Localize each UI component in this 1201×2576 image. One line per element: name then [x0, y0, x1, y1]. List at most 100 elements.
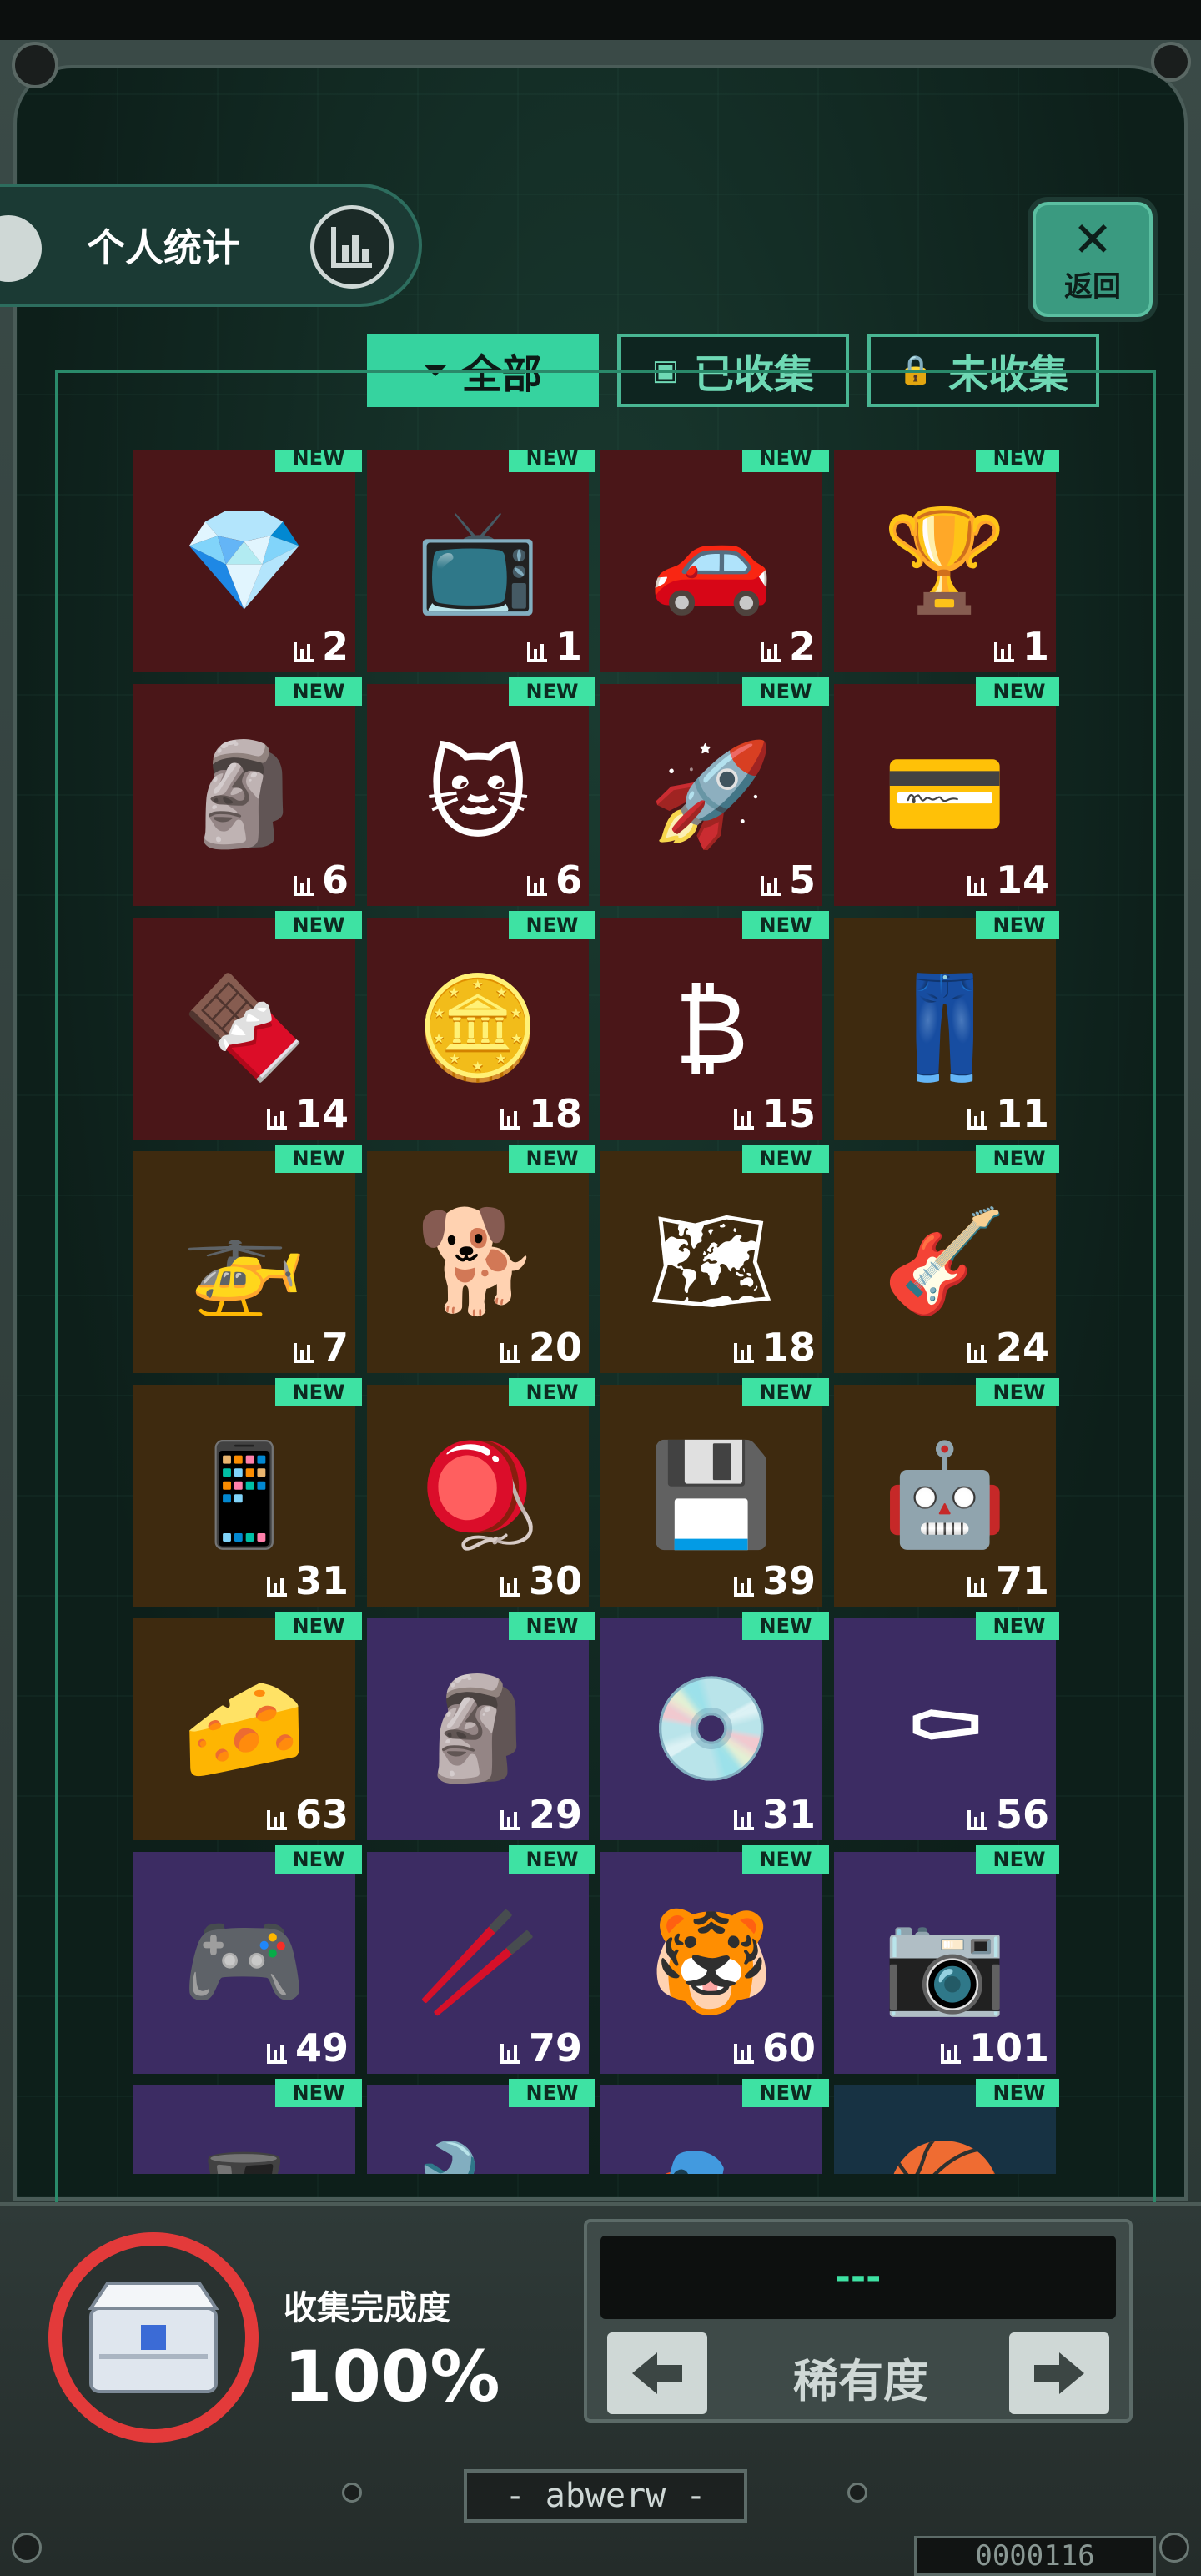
next-arrow-button[interactable]	[1009, 2332, 1109, 2414]
new-badge: NEW	[976, 450, 1059, 472]
item-count-value: 39	[761, 1558, 816, 1603]
collection-item-item-31[interactable]: 🎭NEW	[600, 2079, 829, 2174]
item-count-value: 6	[555, 858, 582, 903]
item-count-value: 71	[995, 1558, 1049, 1603]
collection-item-spinning-top[interactable]: 🪀 NEW 30	[367, 1378, 595, 1607]
stats-icon	[733, 1577, 754, 1597]
item-count: 79	[500, 2025, 582, 2070]
stats-icon	[500, 1343, 520, 1363]
new-badge: NEW	[275, 1145, 362, 1173]
collection-item-camera[interactable]: 📷 NEW 101	[834, 1845, 1059, 2074]
stats-icon	[293, 642, 314, 662]
item-count-value: 60	[761, 2025, 816, 2070]
collection-item-robot-head[interactable]: 🤖 NEW 71	[834, 1378, 1059, 1607]
item-count: 63	[266, 1792, 349, 1837]
item-count: 29	[500, 1792, 582, 1837]
item-count-value: 7	[321, 1325, 349, 1370]
collection-item-overalls[interactable]: 👖 NEW 11	[834, 911, 1059, 1140]
item-count: 30	[500, 1558, 582, 1603]
stats-icon	[500, 2044, 520, 2064]
personal-stats-header[interactable]: 个人统计	[0, 184, 422, 307]
collection-item-penguin-coin[interactable]: 🪙 NEW 18	[367, 911, 595, 1140]
new-badge: NEW	[275, 1612, 362, 1640]
collection-item-chocolate-bar[interactable]: 🍫 NEW 14	[133, 911, 362, 1140]
new-badge: NEW	[742, 1845, 829, 1874]
item-count-value: 49	[294, 2025, 349, 2070]
screw	[1159, 2533, 1189, 2563]
close-icon: ✕	[1072, 210, 1113, 268]
sort-display: ---	[600, 2236, 1116, 2319]
collection-item-retro-tv[interactable]: 📺 NEW 1	[367, 450, 595, 672]
serial-counter: 0000116	[914, 2536, 1156, 2576]
collection-item-cheese[interactable]: 🧀 NEW 63	[133, 1612, 362, 1840]
item-count-value: 6	[321, 858, 349, 903]
bar-chart-icon[interactable]	[310, 205, 394, 289]
knob-icon	[0, 215, 42, 282]
collection-item-metro-card[interactable]: 💳 NEW 14	[834, 677, 1059, 906]
item-count: 60	[733, 2025, 816, 2070]
stats-icon	[760, 642, 781, 662]
new-badge: NEW	[275, 1378, 362, 1406]
collection-grid: 💎 NEW 2 📺 NEW 1 🚗 NEW 2 🏆 NEW 1 🗿 NEW 6 🐱 NEW 6 🚀 NEW 5 💳 NEW 1…	[133, 450, 1059, 2174]
collection-item-sports-car[interactable]: 🚗 NEW 2	[600, 450, 829, 672]
collection-item-guitar[interactable]: 🎸 NEW 24	[834, 1145, 1059, 1373]
item-count: 5	[760, 858, 816, 903]
sort-label: 稀有度	[793, 2355, 928, 2407]
collection-item-map[interactable]: 🗺 NEW 18	[600, 1145, 829, 1373]
item-count: 6	[526, 858, 582, 903]
collection-item-tiger-scroll[interactable]: 🐯 NEW 60	[600, 1845, 829, 2074]
new-badge: NEW	[509, 450, 595, 472]
collection-item-staff[interactable]: 🥢 NEW 79	[367, 1845, 595, 2074]
collection-grid-scroll[interactable]: 💎 NEW 2 📺 NEW 1 🚗 NEW 2 🏆 NEW 1 🗿 NEW 6 🐱 NEW 6 🚀 NEW 5 💳 NEW 1…	[133, 450, 1059, 2174]
item-count-value: 31	[761, 1792, 816, 1837]
item-count-value: 14	[294, 1091, 349, 1136]
top-left-screw	[12, 42, 58, 88]
item-count: 39	[733, 1558, 816, 1603]
stats-icon	[967, 1810, 987, 1830]
new-badge: NEW	[742, 677, 829, 706]
prev-arrow-button[interactable]	[607, 2332, 707, 2414]
collection-item-basketball[interactable]: 🏀NEW	[834, 2079, 1059, 2174]
page-title: 个人统计	[87, 225, 240, 270]
stats-icon	[733, 2044, 754, 2064]
item-count: 14	[266, 1091, 349, 1136]
stats-icon	[733, 1810, 754, 1830]
stats-icon	[500, 1577, 520, 1597]
new-badge: NEW	[742, 911, 829, 939]
collection-item-statue[interactable]: 🗿 NEW 6	[133, 677, 362, 906]
collection-item-hard-drive[interactable]: 💿 NEW 31	[600, 1612, 829, 1840]
stats-icon	[500, 1810, 520, 1830]
collection-item-pallbearers[interactable]: ⚰ NEW 56	[834, 1612, 1059, 1840]
item-count-value: 30	[528, 1558, 582, 1603]
item-count-value: 79	[528, 2025, 582, 2070]
collection-item-item-29[interactable]: 🎩NEW	[133, 2079, 362, 2174]
collection-item-item-30[interactable]: 🔧NEW	[367, 2079, 595, 2174]
item-count-value: 1	[555, 624, 582, 669]
new-badge: NEW	[976, 1378, 1059, 1406]
collection-item-terracotta-warrior[interactable]: 🗿 NEW 29	[367, 1612, 595, 1840]
collection-item-goblet[interactable]: 🏆 NEW 1	[834, 450, 1059, 672]
item-count: 2	[760, 624, 816, 669]
back-button[interactable]: ✕ 返回	[1028, 197, 1158, 322]
stats-icon	[967, 1109, 987, 1130]
collection-item-crystal[interactable]: 💎 NEW 2	[133, 450, 362, 672]
new-badge: NEW	[976, 911, 1059, 939]
item-count-value: 11	[995, 1091, 1049, 1136]
back-label: 返回	[1064, 269, 1121, 304]
collection-item-drone[interactable]: 🚁 NEW 7	[133, 1145, 362, 1373]
item-count: 6	[293, 858, 349, 903]
collection-item-cat-plush[interactable]: 🐱 NEW 6	[367, 677, 595, 906]
item-count: 18	[733, 1325, 816, 1370]
right-arrow-icon	[1034, 2352, 1084, 2394]
item-count: 20	[500, 1325, 582, 1370]
collection-item-phone[interactable]: 📱 NEW 31	[133, 1378, 362, 1607]
item-count: 18	[500, 1091, 582, 1136]
item-count: 7	[293, 1325, 349, 1370]
collection-item-graphics-card[interactable]: 💾 NEW 39	[600, 1378, 829, 1607]
stats-icon	[733, 1109, 754, 1130]
collection-item-robot-dog[interactable]: 🐕 NEW 20	[367, 1145, 595, 1373]
collection-item-spaceship[interactable]: 🚀 NEW 5	[600, 677, 829, 906]
collection-item-bmo[interactable]: 🎮 NEW 49	[133, 1845, 362, 2074]
collection-item-bitcoin[interactable]: ₿ NEW 15	[600, 911, 829, 1140]
new-badge: NEW	[976, 1145, 1059, 1173]
